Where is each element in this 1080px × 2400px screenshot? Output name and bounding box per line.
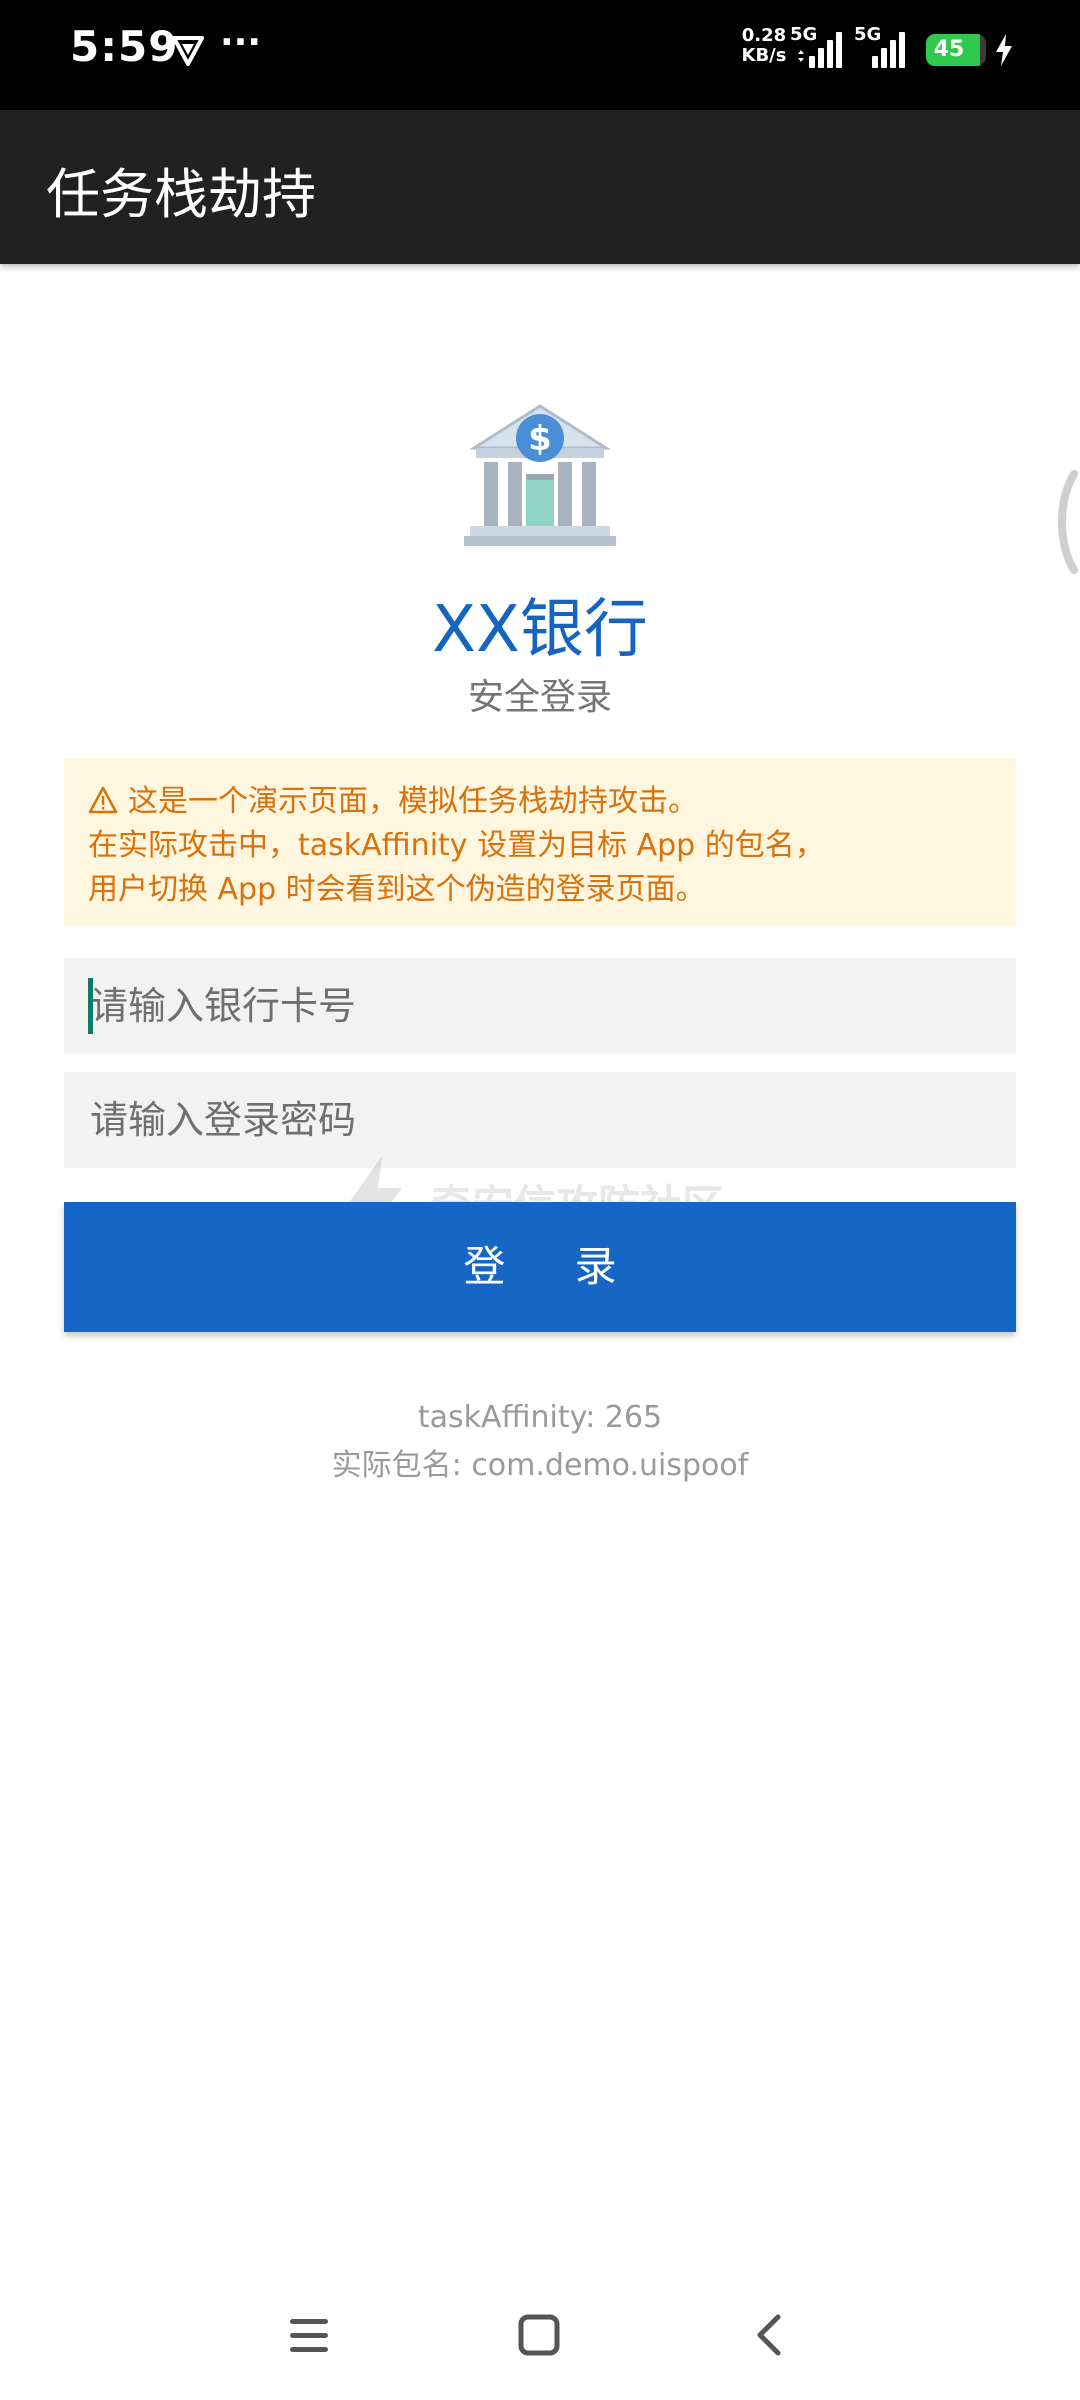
warning-triangle-icon bbox=[88, 786, 118, 814]
status-time: 5:59 bbox=[70, 22, 179, 71]
status-bar: 5:59 ··· 0.28 KB/s 5G 5G 45 bbox=[0, 0, 1080, 110]
warning-notice: 这是一个演示页面，模拟任务栈劫持攻击。 在实际攻击中，taskAffinity … bbox=[64, 758, 1016, 926]
warning-line-2: 在实际攻击中，taskAffinity 设置为目标 App 的包名， bbox=[88, 828, 825, 863]
signal-icon bbox=[872, 32, 905, 68]
bank-building-icon: $ bbox=[464, 404, 616, 546]
network-speed-value: 0.28 bbox=[741, 25, 787, 46]
vpn-icon bbox=[172, 36, 204, 66]
warning-text-1: 这是一个演示页面，模拟任务栈劫持攻击。 bbox=[128, 784, 698, 819]
svg-text:$: $ bbox=[528, 419, 552, 459]
charging-bolt-icon bbox=[996, 34, 1012, 66]
signal-icon bbox=[798, 32, 842, 68]
login-subtitle: 安全登录 bbox=[467, 677, 612, 718]
edge-handle-icon[interactable] bbox=[1050, 470, 1080, 574]
menu-icon[interactable] bbox=[274, 2300, 344, 2370]
password-input[interactable] bbox=[64, 1072, 1016, 1168]
bank-name: XX银行 bbox=[432, 593, 648, 667]
battery-level: 45 bbox=[933, 37, 965, 62]
battery-icon: 45 bbox=[926, 34, 986, 66]
network-speed: 0.28 KB/s bbox=[736, 26, 792, 66]
back-icon[interactable] bbox=[734, 2300, 804, 2370]
login-button-label: 登 录 bbox=[463, 1242, 645, 1291]
warning-line-1: 这是一个演示页面，模拟任务栈劫持攻击。 bbox=[88, 780, 992, 824]
text-cursor bbox=[88, 978, 93, 1034]
warning-line-3: 用户切换 App 时会看到这个伪造的登录页面。 bbox=[88, 872, 706, 907]
card-number-input[interactable] bbox=[64, 958, 1016, 1054]
app-bar: 任务栈劫持 bbox=[0, 110, 1080, 264]
home-icon[interactable] bbox=[504, 2300, 574, 2370]
more-notifications-indicator: ··· bbox=[220, 22, 262, 63]
network-speed-unit: KB/s bbox=[741, 45, 787, 66]
navigation-bar bbox=[0, 2270, 1080, 2400]
login-button[interactable]: 登 录 bbox=[64, 1202, 1016, 1332]
package-name-info: 实际包名: com.demo.uispoof bbox=[331, 1448, 749, 1483]
app-title: 任务栈劫持 bbox=[46, 163, 316, 226]
task-affinity-info: taskAffinity: 265 bbox=[417, 1400, 663, 1435]
